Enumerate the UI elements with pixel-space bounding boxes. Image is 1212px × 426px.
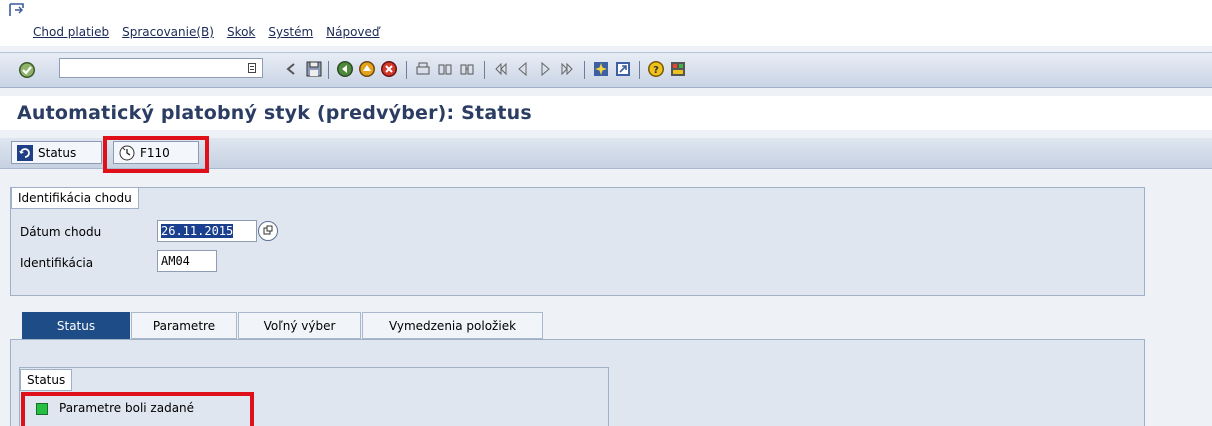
menu-chod-platieb[interactable]: Chod platieb bbox=[33, 25, 109, 39]
command-field[interactable] bbox=[59, 58, 263, 78]
cancel-icon[interactable] bbox=[380, 60, 398, 78]
previous-page-icon[interactable] bbox=[514, 60, 532, 78]
menu-toggle-icon[interactable] bbox=[9, 3, 25, 17]
run-id-label: Identifikácia bbox=[20, 256, 94, 270]
tab-volny-vyber[interactable]: Voľný výber bbox=[238, 312, 361, 339]
run-date-label: Dátum chodu bbox=[20, 225, 102, 239]
tab-parametre[interactable]: Parametre bbox=[131, 312, 237, 339]
svg-text:?: ? bbox=[653, 65, 659, 76]
next-page-icon[interactable] bbox=[536, 60, 554, 78]
find-icon[interactable] bbox=[436, 60, 454, 78]
enter-icon[interactable] bbox=[18, 61, 36, 79]
find-next-icon[interactable] bbox=[458, 60, 476, 78]
tab-vymedzenia-poloziek[interactable]: Vymedzenia položiek bbox=[362, 312, 543, 339]
highlight-status bbox=[21, 392, 254, 426]
help-icon[interactable]: ? bbox=[647, 60, 665, 78]
menu-spracovanie[interactable]: Spracovanie(B) bbox=[122, 25, 214, 39]
status-button-label: Status bbox=[38, 145, 77, 160]
layout-icon[interactable] bbox=[669, 60, 687, 78]
menu-system[interactable]: Systém bbox=[268, 25, 313, 39]
run-date-value: 26.11.2015 bbox=[161, 224, 234, 238]
exit-icon[interactable] bbox=[358, 60, 376, 78]
refresh-icon bbox=[17, 144, 33, 161]
command-history-icon[interactable] bbox=[248, 63, 256, 73]
back-icon[interactable] bbox=[336, 60, 354, 78]
new-session-icon[interactable] bbox=[592, 60, 610, 78]
shortcut-icon[interactable] bbox=[614, 60, 632, 78]
page-title: Automatický platobný styk (predvýber): S… bbox=[17, 102, 532, 124]
highlight-f110 bbox=[103, 136, 209, 173]
print-icon[interactable] bbox=[414, 60, 432, 78]
run-id-field[interactable]: AM04 bbox=[157, 250, 217, 272]
tab-status[interactable]: Status bbox=[22, 312, 130, 339]
first-page-icon[interactable] bbox=[492, 60, 510, 78]
run-date-field[interactable]: 26.11.2015 bbox=[157, 220, 257, 242]
last-page-icon[interactable] bbox=[558, 60, 576, 78]
save-icon[interactable] bbox=[305, 60, 323, 78]
run-identification-title: Identifikácia chodu bbox=[11, 187, 139, 209]
status-button[interactable]: Status bbox=[11, 141, 102, 164]
status-group-title: Status bbox=[20, 369, 73, 391]
menu-napoved[interactable]: Nápoveď bbox=[326, 25, 379, 39]
standard-toolbar: ? bbox=[0, 52, 1212, 88]
back-arrow-icon[interactable] bbox=[283, 60, 301, 78]
value-help-icon[interactable] bbox=[258, 221, 278, 241]
menu-skok[interactable]: Skok bbox=[227, 25, 255, 39]
menu-bar: Chod platieb Spracovanie(B) Skok Systém … bbox=[0, 0, 1212, 46]
